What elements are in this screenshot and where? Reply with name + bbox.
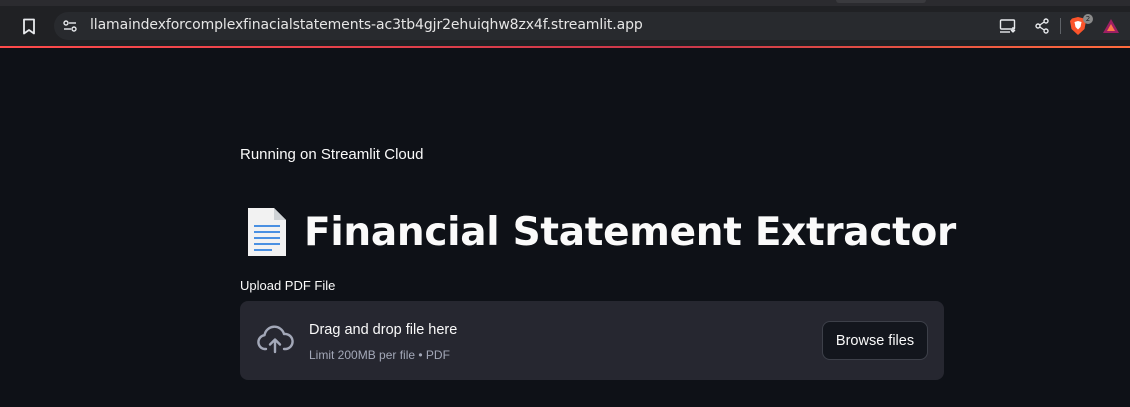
shields-count-badge: 2 (1083, 14, 1093, 24)
loading-accent-line (0, 46, 1130, 48)
cloud-upload-icon (257, 325, 294, 354)
share-icon[interactable] (1032, 16, 1052, 36)
page-title-row: Financial Statement Extractor (240, 204, 956, 260)
dropzone-limit: Limit 200MB per file • PDF (309, 348, 450, 362)
bookmark-icon[interactable] (18, 15, 40, 37)
toolbar-separator (1060, 18, 1061, 34)
browse-files-button[interactable]: Browse files (822, 321, 928, 360)
url-text: llamaindexforcomplexfinacialstatements-a… (90, 17, 643, 33)
tab-edge (836, 0, 926, 3)
brave-rewards-icon[interactable] (1101, 16, 1121, 36)
upload-label: Upload PDF File (240, 278, 336, 293)
document-icon (248, 208, 286, 256)
address-bar[interactable]: llamaindexforcomplexfinacialstatements-a… (54, 12, 1130, 40)
dropzone-instructions: Drag and drop file here (309, 322, 458, 338)
file-dropzone[interactable]: Drag and drop file here Limit 200MB per … (240, 301, 944, 380)
site-info-icon[interactable] (62, 18, 78, 34)
browser-toolbar: llamaindexforcomplexfinacialstatements-a… (0, 6, 1130, 46)
page-title: Financial Statement Extractor (304, 209, 956, 255)
running-status: Running on Streamlit Cloud (240, 146, 424, 163)
install-app-icon[interactable] (998, 16, 1018, 36)
